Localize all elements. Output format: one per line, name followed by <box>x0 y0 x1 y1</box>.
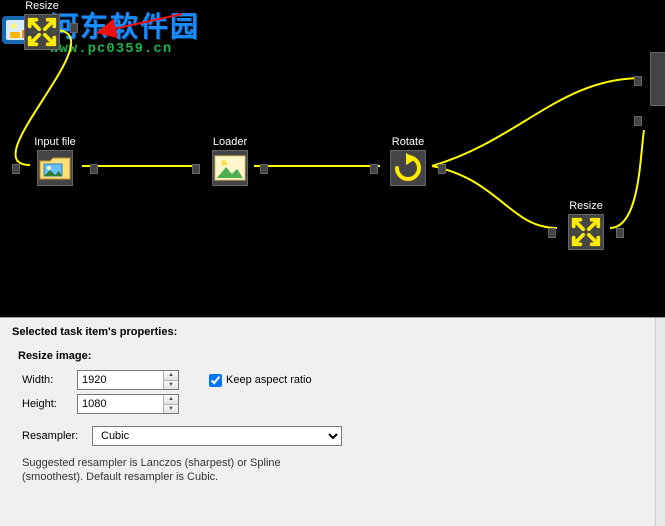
node-label: Resize <box>556 198 616 214</box>
node-resize-top[interactable]: Resize <box>14 0 70 50</box>
node-port[interactable] <box>90 164 98 174</box>
height-input[interactable] <box>78 395 163 413</box>
aspect-label: Keep aspect ratio <box>226 374 312 386</box>
resampler-label: Resampler: <box>22 430 92 442</box>
node-resize[interactable]: Resize <box>556 198 616 250</box>
group-title: Resize image: <box>18 350 643 362</box>
picture-icon <box>212 150 248 186</box>
node-label: Resize <box>14 0 70 14</box>
height-stepper[interactable]: ▲ ▼ <box>77 394 179 414</box>
width-input[interactable] <box>78 371 163 389</box>
node-wires <box>0 0 665 318</box>
resize-icon <box>568 214 604 250</box>
node-port[interactable] <box>616 228 624 238</box>
node-port[interactable] <box>634 116 642 126</box>
node-port[interactable] <box>70 23 78 33</box>
height-up-icon[interactable]: ▲ <box>164 395 178 405</box>
resampler-select[interactable]: Cubic <box>92 426 342 446</box>
resize-group: Resize image: Width: ▲ ▼ Keep aspect rat… <box>12 344 653 495</box>
node-port[interactable] <box>438 164 446 174</box>
height-label: Height: <box>22 398 77 410</box>
width-up-icon[interactable]: ▲ <box>164 371 178 381</box>
resize-icon <box>24 14 60 50</box>
node-port[interactable] <box>634 76 642 86</box>
node-label: Loader <box>200 134 260 150</box>
resampler-hint: Suggested resampler is Lanczos (sharpest… <box>22 456 332 485</box>
aspect-checkbox-input[interactable] <box>209 374 222 387</box>
node-label: Rotate <box>378 134 438 150</box>
node-port[interactable] <box>260 164 268 174</box>
node-port[interactable] <box>548 228 556 238</box>
aspect-checkbox[interactable]: Keep aspect ratio <box>209 374 312 387</box>
node-canvas[interactable]: 河东软件园 www.pc0359.cn Resize Input file <box>0 0 665 318</box>
height-down-icon[interactable]: ▼ <box>164 405 178 414</box>
node-loader[interactable]: Loader <box>200 134 260 186</box>
width-stepper[interactable]: ▲ ▼ <box>77 370 179 390</box>
node-rotate[interactable]: Rotate <box>378 134 438 186</box>
node-port[interactable] <box>12 164 20 174</box>
node-port[interactable] <box>370 164 378 174</box>
panel-header: Selected task item's properties: <box>0 318 665 342</box>
scrollbar[interactable] <box>655 318 665 526</box>
node-icon <box>650 52 665 106</box>
width-down-icon[interactable]: ▼ <box>164 381 178 390</box>
width-label: Width: <box>22 374 77 386</box>
node-cropped[interactable] <box>642 52 665 106</box>
properties-panel: Selected task item's properties: Resize … <box>0 318 665 526</box>
node-label: Input file <box>20 134 90 150</box>
folder-picture-icon <box>37 150 73 186</box>
node-port[interactable] <box>192 164 200 174</box>
rotate-icon <box>390 150 426 186</box>
watermark-url: www.pc0359.cn <box>50 41 200 57</box>
node-input-file[interactable]: Input file <box>20 134 90 186</box>
